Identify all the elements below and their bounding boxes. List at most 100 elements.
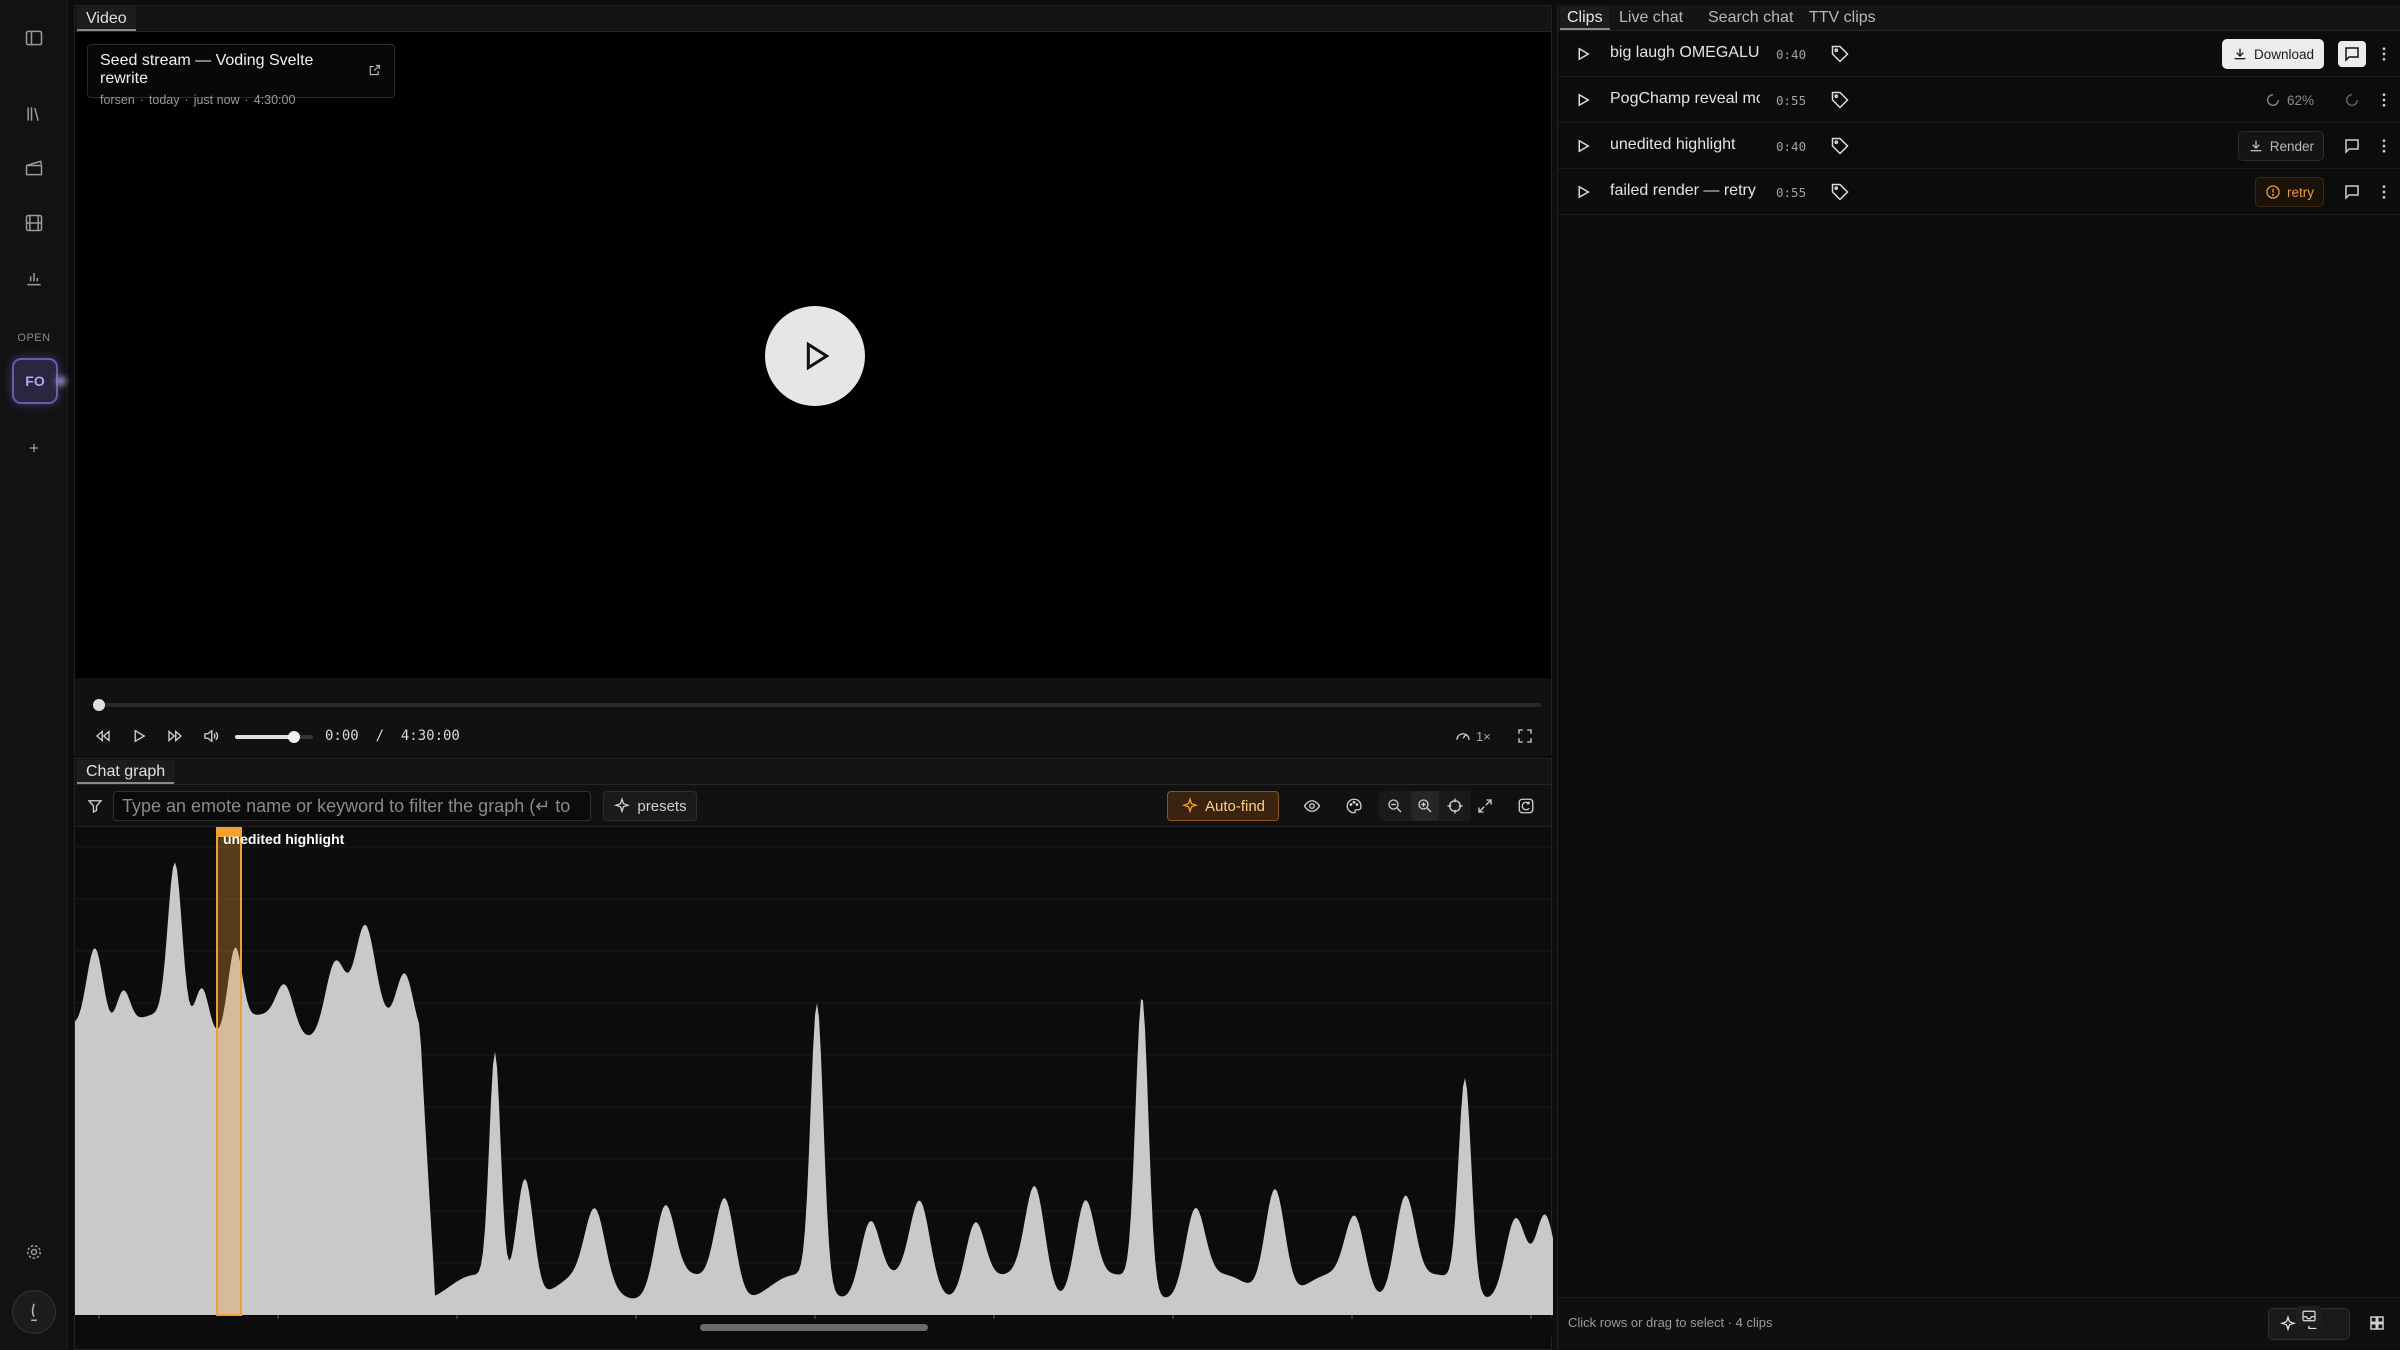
big-play-button[interactable] <box>765 306 865 406</box>
inbox-icon[interactable] <box>2296 1306 2322 1326</box>
graph-filter-input[interactable] <box>113 791 591 821</box>
zoom-in-icon[interactable] <box>1411 791 1439 821</box>
tab-live-chat[interactable]: Live chat <box>1612 6 1690 30</box>
clip-row[interactable]: failed render — retry 0:55 retry <box>1558 169 2400 215</box>
tab-video[interactable]: Video <box>77 7 136 31</box>
play-icon[interactable] <box>1572 89 1594 111</box>
more-options-icon[interactable] <box>2374 41 2394 67</box>
more-options-icon[interactable] <box>2374 87 2394 113</box>
warning-icon <box>2266 185 2280 199</box>
presets-label: presets <box>637 797 687 815</box>
retry-button[interactable]: retry <box>2255 177 2324 207</box>
tag-icon[interactable] <box>1828 135 1852 157</box>
comment-icon[interactable] <box>2338 41 2366 67</box>
library-icon[interactable] <box>14 94 54 134</box>
clip-duration: 0:55 <box>1776 185 1807 200</box>
tab-chat-graph[interactable]: Chat graph <box>77 760 175 784</box>
play-icon <box>806 341 830 371</box>
grid-view-icon[interactable] <box>2364 1310 2390 1336</box>
sparkles-icon <box>2279 1315 2297 1332</box>
zoom-out-icon[interactable] <box>1381 791 1409 821</box>
tag-icon[interactable] <box>1828 181 1852 203</box>
play-icon[interactable] <box>1572 43 1594 65</box>
download-icon <box>2234 48 2246 60</box>
graph-toolbar: presets Auto-find <box>75 785 1551 827</box>
refresh-icon[interactable] <box>1511 791 1541 821</box>
expand-icon[interactable] <box>1471 791 1499 821</box>
play-icon[interactable] <box>1572 181 1594 203</box>
clips-status-bar: Click rows or drag to select · 4 clips E <box>1558 1297 2400 1349</box>
more-options-icon[interactable] <box>2374 133 2394 159</box>
seek-knob[interactable] <box>93 699 105 711</box>
video-pane: Video Seed stream — Voding Svelte rewrit… <box>74 5 1552 756</box>
graph-tabbar: Chat graph <box>75 759 1551 785</box>
clapperboard-icon[interactable] <box>14 148 54 188</box>
clip-title: big laugh OMEGALUL <box>1610 44 1760 61</box>
clip-title: unedited highlight <box>1610 136 1736 153</box>
playback-speed-icon[interactable] <box>1449 722 1477 750</box>
time-readout: 0:00 / 4:30:00 <box>325 728 460 744</box>
external-link-icon[interactable] <box>368 63 382 77</box>
clip-row[interactable]: unedited highlight 0:40 Render <box>1558 123 2400 169</box>
clip-row[interactable]: PogChamp reveal moment 0:55 62% <box>1558 77 2400 123</box>
clip-duration: 0:40 <box>1776 139 1807 154</box>
scrollbar-thumb[interactable] <box>700 1324 928 1331</box>
filter-icon <box>83 791 107 821</box>
add-icon[interactable] <box>14 428 54 468</box>
auto-find-label: Auto-find <box>1204 797 1266 815</box>
tag-icon[interactable] <box>1828 43 1852 65</box>
clip-title: failed render — retry <box>1610 182 1756 199</box>
user-avatar[interactable] <box>12 1290 56 1334</box>
chat-graph-pane: Chat graph presets Auto-find <box>74 758 1556 1350</box>
stream-channel: forsen <box>100 93 135 107</box>
volume-knob[interactable] <box>287 731 300 743</box>
analytics-icon[interactable] <box>14 258 54 298</box>
eye-icon[interactable] <box>1297 791 1327 821</box>
clip-duration: 0:55 <box>1776 93 1807 108</box>
open-session-avatar[interactable]: FO <box>12 358 58 404</box>
volume-icon[interactable] <box>197 722 225 750</box>
download-button[interactable]: Download <box>2221 39 2324 69</box>
sparkles-icon <box>614 797 631 814</box>
tag-icon[interactable] <box>1828 89 1852 111</box>
crosshair-icon[interactable] <box>1441 791 1469 821</box>
stream-title: Seed stream — Voding Svelte rewrite <box>100 52 314 87</box>
stream-added: just now <box>193 93 240 107</box>
chat-activity-area <box>75 862 1553 1315</box>
auto-find-button[interactable]: Auto-find <box>1167 791 1279 821</box>
right-pane: Clips Live chat Search chat TTV clips bi… <box>1557 5 2400 1350</box>
tab-clips[interactable]: Clips <box>1560 6 1610 30</box>
play-icon[interactable] <box>1572 135 1594 157</box>
fast-forward-icon[interactable] <box>161 722 189 750</box>
chat-graph[interactable]: unedited highlight 1:55:002:00:002:05:00… <box>75 826 1556 1335</box>
clip-highlight-marker[interactable] <box>216 826 242 1316</box>
seek-bar[interactable] <box>93 699 1541 711</box>
play-pause-icon[interactable] <box>125 722 153 750</box>
fullscreen-icon[interactable] <box>1511 722 1539 750</box>
clip-row[interactable]: big laugh OMEGALUL 0:40 Download <box>1558 31 2400 77</box>
spinner-icon <box>2338 87 2366 113</box>
comment-icon[interactable] <box>2338 133 2366 159</box>
playback-speed[interactable]: 1× <box>1476 729 1491 744</box>
video-tabbar: Video <box>75 6 1551 32</box>
spinner-icon <box>2267 94 2279 106</box>
player-controls: 0:00 / 4:30:00 1× <box>75 678 1551 756</box>
film-icon[interactable] <box>14 203 54 243</box>
rewind-icon[interactable] <box>89 722 117 750</box>
settings-gear-icon[interactable] <box>14 1232 54 1272</box>
presets-button[interactable]: presets <box>603 791 697 821</box>
tab-ttv-clips[interactable]: TTV clips <box>1802 6 1883 30</box>
comment-icon[interactable] <box>2338 179 2366 205</box>
render-button[interactable]: Render <box>2237 131 2324 161</box>
sidebar-toggle-icon[interactable] <box>14 18 54 58</box>
chat-activity-graph[interactable]: unedited highlight 1:55:002:00:002:05:00… <box>75 826 1556 1335</box>
graph-horizontal-scrollbar[interactable] <box>75 1319 1553 1335</box>
tab-search-chat[interactable]: Search chat <box>1701 6 1800 30</box>
active-session-indicator <box>56 376 66 386</box>
volume-slider[interactable] <box>235 731 313 743</box>
more-options-icon[interactable] <box>2374 179 2394 205</box>
clips-status-text: Click rows or drag to select · 4 clips <box>1568 1315 1773 1330</box>
stream-duration: 4:30:00 <box>253 93 296 107</box>
palette-icon[interactable] <box>1339 791 1369 821</box>
clip-title: PogChamp reveal moment <box>1610 90 1760 107</box>
